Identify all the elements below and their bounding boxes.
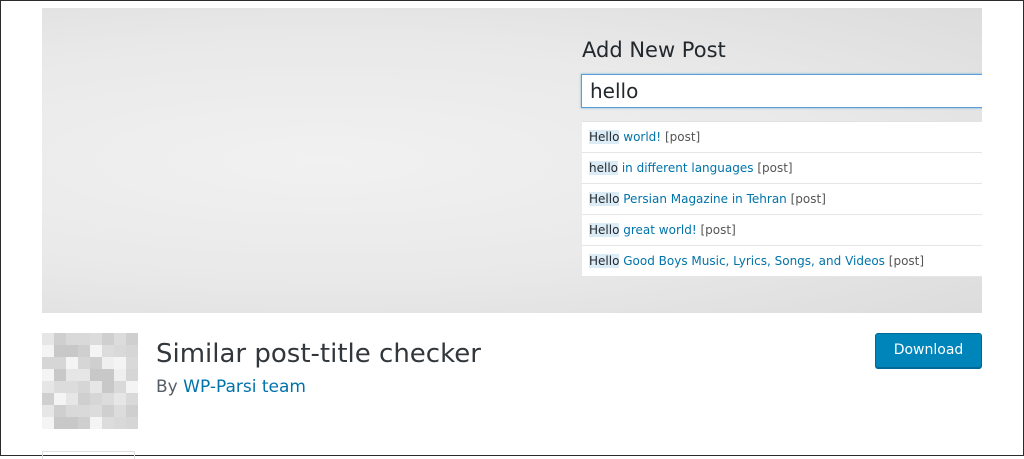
suggestion-item[interactable]: Hello Persian Magazine in Tehran [post] xyxy=(582,184,982,215)
plugin-banner-screenshot: Add New Post hello Hello world! [post] h… xyxy=(42,8,982,313)
suggestion-type-tag: [post] xyxy=(700,223,736,237)
thumbnail-pixel xyxy=(114,405,126,417)
thumbnail-pixel xyxy=(66,381,78,393)
plugin-title[interactable]: Similar post-title checker xyxy=(156,339,481,369)
suggestion-match: Hello xyxy=(589,254,620,268)
thumbnail-pixel xyxy=(90,357,102,369)
thumbnail-pixel xyxy=(126,417,138,429)
thumbnail-pixel xyxy=(78,417,90,429)
thumbnail-pixel xyxy=(90,417,102,429)
suggestion-title-link[interactable]: Persian Magazine in Tehran xyxy=(623,192,787,206)
suggestion-title-link[interactable]: Good Boys Music, Lyrics, Songs, and Vide… xyxy=(623,254,885,268)
panel-title: Add New Post xyxy=(582,38,726,62)
thumbnail-pixel xyxy=(126,381,138,393)
thumbnail-pixel xyxy=(54,417,66,429)
thumbnail-pixel xyxy=(54,333,66,345)
thumbnail-pixel xyxy=(78,345,90,357)
thumbnail-pixel xyxy=(90,393,102,405)
thumbnail-pixel xyxy=(54,393,66,405)
thumbnail-pixel xyxy=(102,393,114,405)
thumbnail-pixel xyxy=(114,357,126,369)
thumbnail-pixel xyxy=(102,381,114,393)
download-button[interactable]: Download xyxy=(875,333,982,368)
author-link[interactable]: WP-Parsi team xyxy=(183,377,306,397)
bottom-tab-edge xyxy=(42,451,135,459)
thumbnail-pixel xyxy=(42,333,54,345)
thumbnail-pixel xyxy=(114,381,126,393)
thumbnail-pixel xyxy=(126,333,138,345)
thumbnail-pixel xyxy=(42,345,54,357)
suggestion-type-tag: [post] xyxy=(790,192,826,206)
thumbnail-pixel xyxy=(42,381,54,393)
thumbnail-pixel xyxy=(42,405,54,417)
thumbnail-pixel xyxy=(114,345,126,357)
suggestion-type-tag: [post] xyxy=(888,254,925,268)
thumbnail-pixel xyxy=(66,393,78,405)
suggestion-item[interactable]: Hello great world! [post] xyxy=(582,215,982,246)
thumbnail-pixel xyxy=(90,381,102,393)
thumbnail-pixel xyxy=(78,381,90,393)
suggestion-match: Hello xyxy=(589,130,620,144)
plugin-byline: By WP-Parsi team xyxy=(156,377,306,397)
suggestion-title-link[interactable]: in different languages xyxy=(622,161,754,175)
thumbnail-pixel xyxy=(102,357,114,369)
suggestion-title-link[interactable]: great world! xyxy=(623,223,696,237)
byline-prefix: By xyxy=(156,377,178,397)
thumbnail-pixel xyxy=(102,405,114,417)
thumbnail-pixel xyxy=(90,345,102,357)
suggestion-match: Hello xyxy=(589,223,620,237)
thumbnail-pixel xyxy=(42,369,54,381)
thumbnail-pixel xyxy=(78,405,90,417)
thumbnail-pixel xyxy=(114,393,126,405)
thumbnail-pixel xyxy=(102,417,114,429)
thumbnail-pixel xyxy=(42,357,54,369)
thumbnail-pixel xyxy=(66,417,78,429)
suggestion-type-tag: [post] xyxy=(664,130,701,144)
thumbnail-pixel xyxy=(114,333,126,345)
thumbnail-pixel xyxy=(102,333,114,345)
thumbnail-pixel xyxy=(54,357,66,369)
thumbnail-pixel xyxy=(126,345,138,357)
thumbnail-pixel xyxy=(66,357,78,369)
suggestion-item[interactable]: Hello Good Boys Music, Lyrics, Songs, an… xyxy=(582,246,982,277)
thumbnail-pixel xyxy=(78,393,90,405)
suggestion-item[interactable]: hello in different languages [post] xyxy=(582,153,982,184)
thumbnail-pixel xyxy=(90,369,102,381)
thumbnail-pixel xyxy=(66,345,78,357)
thumbnail-pixel xyxy=(66,405,78,417)
pixelated-thumbnail-icon[interactable] xyxy=(42,333,138,429)
suggestion-match: Hello xyxy=(589,192,620,206)
thumbnail-pixel xyxy=(126,369,138,381)
thumbnail-pixel xyxy=(78,333,90,345)
thumbnail-pixel xyxy=(66,333,78,345)
thumbnail-pixel xyxy=(126,405,138,417)
thumbnail-pixel xyxy=(78,369,90,381)
thumbnail-pixel xyxy=(114,417,126,429)
thumbnail-pixel xyxy=(102,345,114,357)
thumbnail-pixel xyxy=(126,393,138,405)
suggestion-type-tag: [post] xyxy=(757,161,793,175)
thumbnail-pixel xyxy=(54,369,66,381)
thumbnail-pixel xyxy=(42,417,54,429)
thumbnail-pixel xyxy=(42,393,54,405)
suggestion-match: hello xyxy=(589,161,618,175)
thumbnail-pixel xyxy=(126,357,138,369)
thumbnail-pixel xyxy=(54,381,66,393)
title-suggestions-list: Hello world! [post] hello in different l… xyxy=(582,121,982,277)
thumbnail-pixel xyxy=(114,369,126,381)
thumbnail-pixel xyxy=(54,345,66,357)
thumbnail-pixel xyxy=(78,357,90,369)
thumbnail-pixel xyxy=(66,369,78,381)
thumbnail-pixel xyxy=(102,369,114,381)
thumbnail-pixel xyxy=(54,405,66,417)
post-title-input[interactable]: hello xyxy=(581,74,982,108)
thumbnail-pixel xyxy=(90,405,102,417)
suggestion-item[interactable]: Hello world! [post] xyxy=(582,122,982,153)
thumbnail-pixel xyxy=(90,333,102,345)
suggestion-title-link[interactable]: world! xyxy=(623,130,661,144)
